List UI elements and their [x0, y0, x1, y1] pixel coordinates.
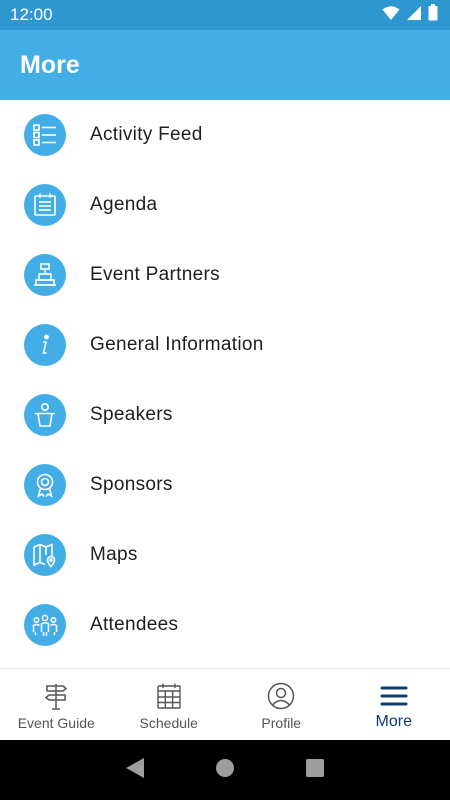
menu-item-agenda[interactable]: Agenda [0, 170, 450, 240]
profile-icon [266, 681, 296, 711]
recents-icon[interactable] [305, 758, 325, 783]
menu-item-attendees[interactable]: Attendees [0, 590, 450, 660]
system-nav-bar [0, 740, 450, 800]
status-time: 12:00 [10, 5, 53, 24]
wifi-icon [382, 5, 400, 26]
status-icons [382, 4, 438, 26]
nav-item-more[interactable]: More [338, 669, 450, 740]
page-title: More [20, 50, 80, 79]
menu-item-label: Sponsors [90, 474, 173, 495]
status-bar: 12:00 [0, 0, 450, 30]
podium-icon [24, 254, 66, 296]
more-menu-list[interactable]: Activity Feed Agenda Event Partners Gene… [0, 100, 450, 668]
ribbon-award-icon [24, 464, 66, 506]
back-icon[interactable] [125, 757, 145, 784]
nav-item-event-guide[interactable]: Event Guide [0, 669, 113, 740]
map-icon [24, 534, 66, 576]
menu-item-label: Attendees [90, 614, 179, 635]
menu-item-label: Activity Feed [90, 124, 203, 145]
menu-item-label: Maps [90, 544, 138, 565]
calendar-icon [154, 681, 184, 711]
menu-item-label: Speakers [90, 404, 173, 425]
menu-item-maps[interactable]: Maps [0, 520, 450, 590]
menu-item-general-information[interactable]: General Information [0, 310, 450, 380]
bottom-nav: Event Guide Schedule Profile More [0, 668, 450, 740]
agenda-icon [24, 184, 66, 226]
nav-item-schedule[interactable]: Schedule [113, 669, 226, 740]
signpost-icon [41, 681, 71, 711]
menu-item-label: Agenda [90, 194, 158, 215]
app-bar: More [0, 30, 450, 100]
menu-item-event-partners[interactable]: Event Partners [0, 240, 450, 310]
speaker-icon [24, 394, 66, 436]
cellular-signal-icon [406, 5, 422, 26]
menu-item-label: General Information [90, 334, 264, 355]
nav-item-profile[interactable]: Profile [225, 669, 338, 740]
attendees-icon [24, 604, 66, 646]
nav-label: Event Guide [17, 715, 95, 731]
info-icon [24, 324, 66, 366]
menu-item-activity-feed[interactable]: Activity Feed [0, 100, 450, 170]
menu-item-label: Event Partners [90, 264, 220, 285]
list-icon [24, 114, 66, 156]
hamburger-menu-icon [379, 681, 409, 711]
menu-item-sponsors[interactable]: Sponsors [0, 450, 450, 520]
nav-label: More [375, 713, 412, 730]
nav-label: Schedule [139, 715, 198, 731]
menu-item-speakers[interactable]: Speakers [0, 380, 450, 450]
nav-label: Profile [261, 715, 302, 731]
battery-icon [428, 4, 438, 26]
home-icon[interactable] [215, 758, 235, 783]
